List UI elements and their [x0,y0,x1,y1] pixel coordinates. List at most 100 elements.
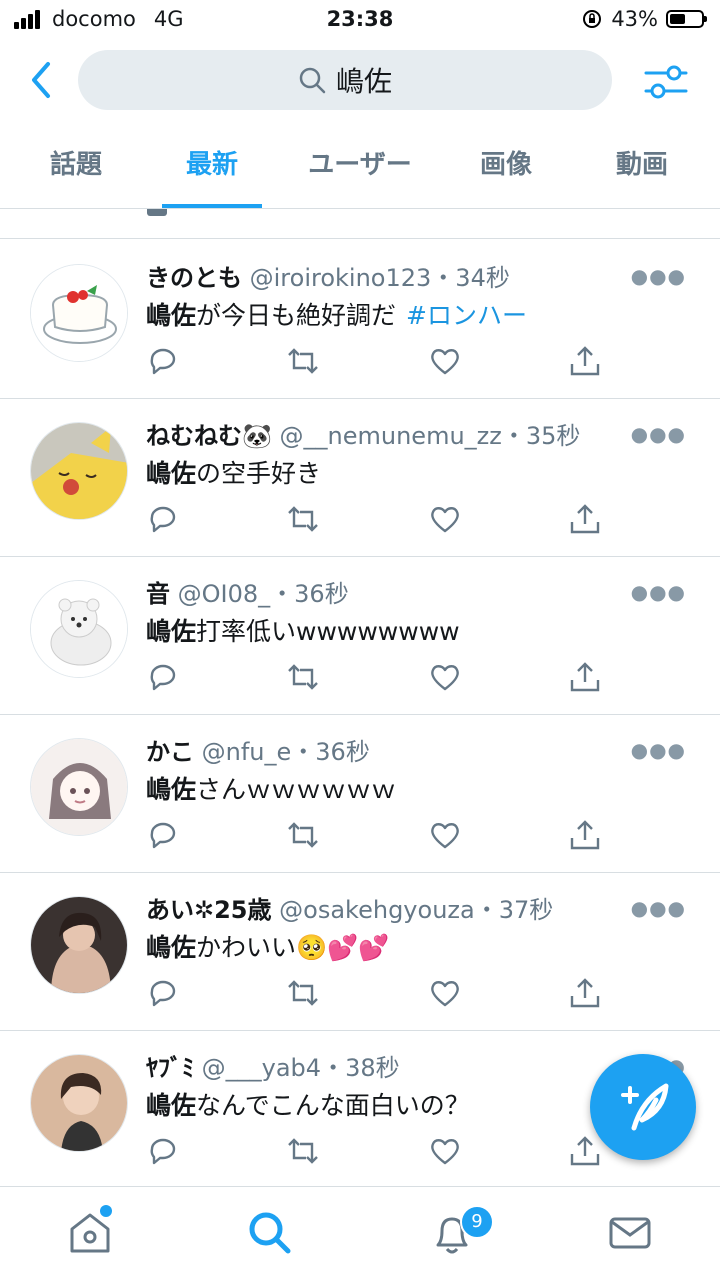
tweet-header: きのとも @iroirokino123・34秒 [146,264,510,292]
tweet-time: 34秒 [455,264,510,292]
tweet-body: かわいい🥺💕💕 [196,933,390,962]
hashtag-link[interactable]: #ロンハー [406,301,527,330]
tweet-actions [146,976,616,1012]
tweet-actions [146,660,616,696]
more-options-icon[interactable]: ●●● [631,738,686,762]
search-input[interactable]: 嶋佐 [78,50,612,110]
reply-icon[interactable] [146,1134,180,1168]
search-icon [299,67,326,94]
search-tabs: 話題 最新 ユーザー 画像 動画 [0,132,720,209]
retweet-icon[interactable] [286,502,320,536]
tweet-actions [146,502,616,538]
user-handle[interactable]: @__nemunemu_zz [280,422,502,450]
back-chevron-icon[interactable] [22,60,62,100]
search-header: 嶋佐 [0,48,720,114]
compose-tweet-button[interactable] [590,1054,696,1160]
tweet-header: ねむねむ🐼 @__nemunemu_zz・35秒 [146,422,581,450]
search-explore-icon[interactable] [246,1209,294,1257]
tab-users[interactable]: ユーザー [290,132,430,208]
tweet-time: 37秒 [498,896,554,924]
tweet-body: なんでこんな面白いの？ [196,1091,470,1120]
display-name[interactable]: ﾔﾌﾞﾐ [146,1054,194,1082]
user-handle[interactable]: @nfu_e [202,738,292,766]
tab-latest[interactable]: 最新 [144,132,280,208]
tweet-text: 嶋佐の空手好き [146,454,321,490]
tweet-card[interactable]: きのとも @iroirokino123・34秒 ●●● 嶋佐が今日も絶好調だ #ロ… [0,240,720,399]
search-keyword: 嶋佐 [146,775,197,804]
tweet-card[interactable]: あい✲25歳 @osakehgyouza・37秒 ●●● 嶋佐かわいい🥺💕💕 [0,872,720,1031]
like-heart-icon[interactable] [428,660,462,694]
share-icon[interactable] [568,660,602,694]
tab-topics[interactable]: 話題 [8,132,144,208]
more-options-icon[interactable]: ●●● [631,580,686,604]
messages-envelope-icon[interactable] [606,1209,654,1257]
like-heart-icon[interactable] [428,976,462,1010]
tweet-card[interactable]: かこ @nfu_e・36秒 ●●● 嶋佐さんｗｗｗｗｗｗ [0,714,720,873]
search-keyword: 嶋佐 [146,1091,197,1120]
user-handle[interactable]: @___yab4 [202,1054,321,1082]
retweet-icon[interactable] [286,818,320,852]
status-bar: docomo 4G 23:38 43% [0,0,720,40]
tweet-header: かこ @nfu_e・36秒 [146,738,370,766]
retweet-icon[interactable] [286,660,320,694]
tweet-text: 嶋佐さんｗｗｗｗｗｗ [146,770,396,806]
compose-feather-icon [621,1083,669,1131]
tab-videos[interactable]: 動画 [574,132,710,208]
avatar[interactable] [30,738,128,836]
retweet-icon[interactable] [286,976,320,1010]
tweet-card[interactable]: 音 @OI08_・36秒 ●●● 嶋佐打率低いwwwwwwww [0,556,720,715]
tweet-text: 嶋佐が今日も絶好調だ #ロンハー [146,296,527,332]
display-name[interactable]: かこ [146,738,194,766]
avatar[interactable] [30,264,128,362]
tweet-time: 38秒 [345,1054,400,1082]
more-options-icon[interactable]: ●●● [631,264,686,288]
battery-percent: 43% [611,7,658,31]
tweet-text: 嶋佐かわいい🥺💕💕 [146,928,389,964]
tweet-actions [146,1134,616,1170]
like-heart-icon[interactable] [428,1134,462,1168]
user-handle[interactable]: @OI08_ [178,580,271,608]
share-icon[interactable] [568,818,602,852]
more-options-icon[interactable]: ●●● [631,422,686,446]
sliders-icon[interactable] [644,60,688,104]
avatar[interactable] [30,422,128,520]
share-icon[interactable] [568,976,602,1010]
search-query: 嶋佐 [335,65,392,98]
avatar[interactable] [30,1054,128,1152]
reply-icon[interactable] [146,502,180,536]
reply-icon[interactable] [146,818,180,852]
avatar[interactable] [30,896,128,994]
reply-icon[interactable] [146,660,180,694]
tweet-time: 36秒 [315,738,370,766]
tweet-header: ﾔﾌﾞﾐ @___yab4・38秒 [146,1054,400,1082]
tweet-card[interactable]: ねむねむ🐼 @__nemunemu_zz・35秒 ●●● 嶋佐の空手好き [0,398,720,557]
tweet-actions [146,818,616,854]
user-handle[interactable]: @osakehgyouza [279,896,475,924]
partial-row-icon [146,209,168,223]
more-options-icon[interactable]: ●●● [631,896,686,920]
like-heart-icon[interactable] [428,502,462,536]
like-heart-icon[interactable] [428,344,462,378]
user-handle[interactable]: @iroirokino123 [250,264,432,292]
like-heart-icon[interactable] [428,818,462,852]
tab-photos[interactable]: 画像 [438,132,574,208]
share-icon[interactable] [568,502,602,536]
search-keyword: 嶋佐 [146,459,197,488]
share-icon[interactable] [568,344,602,378]
avatar[interactable] [30,580,128,678]
reply-icon[interactable] [146,976,180,1010]
reply-icon[interactable] [146,344,180,378]
battery-icon [666,10,707,28]
display-name[interactable]: ねむねむ🐼 [146,422,272,450]
tweet-header: 音 @OI08_・36秒 [146,580,349,608]
rotation-lock-icon [583,10,602,28]
display-name[interactable]: 音 [146,580,170,608]
retweet-icon[interactable] [286,1134,320,1168]
retweet-icon[interactable] [286,344,320,378]
tweet-text: 嶋佐打率低いwwwwwwww [146,612,460,648]
display-name[interactable]: あい✲25歳 [146,896,272,924]
tweet-text: 嶋佐なんでこんな面白いの？ [146,1086,470,1122]
tweet-body: さんｗｗｗｗｗｗ [196,775,397,804]
bottom-nav: 9 [0,1186,720,1281]
display-name[interactable]: きのとも [146,264,242,292]
